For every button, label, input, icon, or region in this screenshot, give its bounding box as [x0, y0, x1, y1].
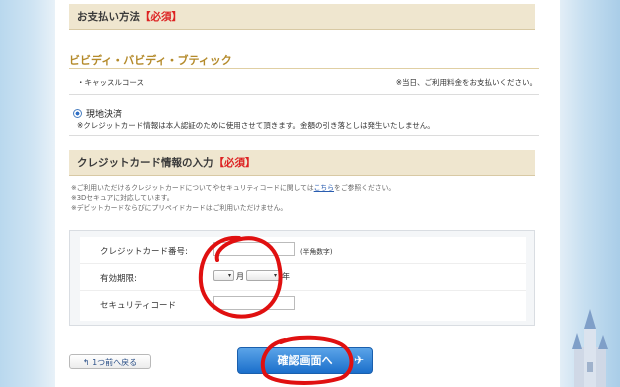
card-number-hint: (半角数字)	[300, 248, 333, 256]
credit-heading: クレジットカード情報の入力	[77, 157, 214, 169]
payment-heading: お支払い方法	[77, 11, 140, 23]
expiry-label: 有効期限:	[100, 274, 137, 284]
expiry-row: 有効期限: ▾ 月 ▾ 年	[80, 264, 526, 291]
info-text: ※ご利用いただけるクレジットカードについてやセキュリティコードに関しては	[71, 184, 314, 192]
credit-card-form: クレジットカード番号: (半角数字) 有効期限: ▾ 月 ▾ 年 セキュリティコ…	[69, 230, 535, 326]
required-badge: 【必須】	[140, 11, 182, 23]
month-suffix: 月	[236, 272, 244, 281]
main-content: お支払い方法【必須】 ビビディ・バビディ・ブティック ・キャッスルコース ※当日…	[55, 0, 560, 387]
security-code-label: セキュリティコード	[100, 301, 176, 311]
required-badge: 【必須】	[213, 157, 256, 169]
confirm-button[interactable]: 確認画面へ ✈	[237, 347, 373, 374]
payment-method-note: ※クレジットカード情報は本人認証のために使用させて頂きます。金額の引き落としは発…	[77, 121, 435, 130]
course-row: ・キャッスルコース ※当日、ご利用料金をお支払いください。	[77, 77, 537, 88]
credit-section-header: クレジットカード情報の入力【必須】	[69, 150, 535, 176]
airplane-icon: ✈	[353, 353, 364, 367]
payment-method-option[interactable]: 現地決済	[73, 107, 122, 120]
month-select[interactable]: ▾	[213, 270, 234, 281]
card-number-input[interactable]	[213, 242, 295, 256]
confirm-button-label: 確認画面へ	[277, 354, 333, 367]
back-button[interactable]: ↰ 1つ前へ戻る	[69, 354, 151, 369]
credit-info: ※ご利用いただけるクレジットカードについてやセキュリティコードに関してはこちらを…	[71, 183, 395, 213]
divider	[69, 94, 539, 95]
year-select[interactable]: ▾	[246, 270, 280, 281]
payment-section-header: お支払い方法【必須】	[69, 4, 535, 30]
info-line-1: ※ご利用いただけるクレジットカードについてやセキュリティコードに関してはこちらを…	[71, 183, 395, 193]
year-suffix: 年	[282, 272, 290, 281]
card-number-row: クレジットカード番号: (半角数字)	[80, 237, 526, 264]
form-table: クレジットカード番号: (半角数字) 有効期限: ▾ 月 ▾ 年 セキュリティコ…	[80, 237, 526, 321]
info-line-2: ※3Dセキュアに対応しています。	[71, 194, 174, 202]
info-link[interactable]: こちら	[314, 184, 334, 192]
background-left	[0, 0, 55, 387]
payment-method-label: 現地決済	[86, 110, 123, 120]
divider	[69, 68, 539, 69]
background-right	[560, 0, 620, 387]
shop-name: ビビディ・バビディ・ブティック	[69, 54, 232, 67]
security-code-input[interactable]	[213, 296, 295, 310]
divider	[69, 135, 539, 136]
security-code-row: セキュリティコード	[80, 291, 526, 317]
back-arrow-icon: ↰	[82, 358, 90, 367]
course-name: ・キャッスルコース	[77, 78, 144, 87]
info-line-3: ※デビットカードならびにプリペイドカードはご利用いただけません。	[71, 204, 288, 212]
radio-selected-icon[interactable]	[73, 109, 82, 118]
castle-illustration	[572, 309, 608, 387]
course-note: ※当日、ご利用料金をお支払いください。	[395, 78, 537, 87]
back-button-label: 1つ前へ戻る	[92, 358, 138, 367]
info-text: をご参照ください。	[334, 184, 396, 192]
card-number-label: クレジットカード番号:	[100, 247, 188, 257]
